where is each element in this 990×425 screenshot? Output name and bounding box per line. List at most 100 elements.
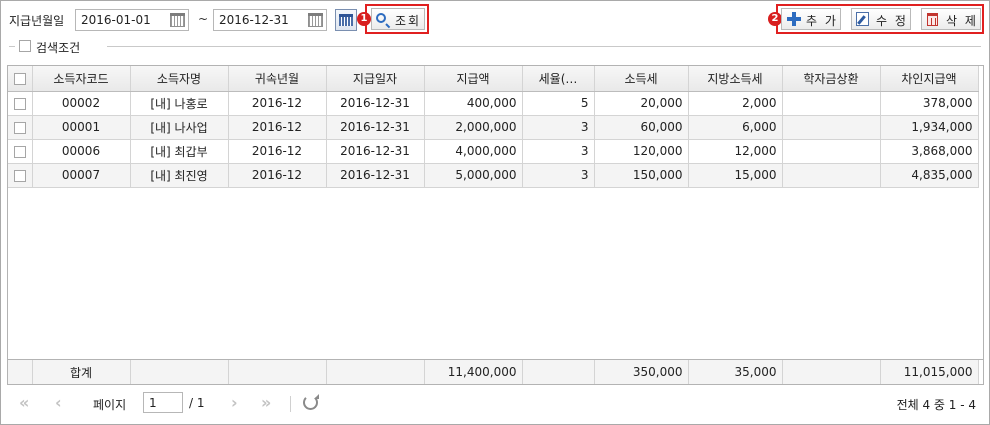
table-cell[interactable]: 2016-12-31 <box>326 91 425 116</box>
row-select-cell[interactable] <box>8 91 33 116</box>
step-badge-2: 2 <box>768 12 782 26</box>
summary-cell <box>782 360 881 384</box>
calendar-grid-icon <box>339 14 353 26</box>
table-cell[interactable]: 4,000,000 <box>424 139 523 164</box>
trash-icon <box>927 13 938 26</box>
table-cell[interactable]: 2016-12-31 <box>326 115 425 140</box>
column-header[interactable]: 소득자코드 <box>32 66 131 92</box>
table-cell[interactable]: 2016-12 <box>228 115 327 140</box>
table-cell[interactable]: 1,934,000 <box>880 115 979 140</box>
table-cell[interactable] <box>782 91 881 116</box>
summary-blank-cell <box>8 360 33 384</box>
row-select-cell[interactable] <box>8 163 33 188</box>
table-cell[interactable]: [내] 나홍로 <box>130 91 229 116</box>
column-header[interactable]: 세율(… <box>522 66 595 92</box>
table-cell[interactable]: [내] 최진영 <box>130 163 229 188</box>
search-condition-checkbox[interactable] <box>19 40 31 52</box>
table-cell[interactable]: 400,000 <box>424 91 523 116</box>
column-header[interactable]: 소득자명 <box>130 66 229 92</box>
table-cell[interactable] <box>782 163 881 188</box>
refresh-icon[interactable] <box>303 394 319 410</box>
column-header[interactable]: 지방소득세 <box>688 66 783 92</box>
edit-button[interactable]: 수 정 <box>851 8 911 30</box>
table-cell[interactable]: 00007 <box>32 163 131 188</box>
table-cell[interactable]: 3 <box>522 139 595 164</box>
column-header[interactable]: 지급일자 <box>326 66 425 92</box>
table-cell[interactable]: 2016-12-31 <box>326 139 425 164</box>
edit-button-label: 수 정 <box>876 14 908 28</box>
delete-button[interactable]: 삭 제 <box>921 8 981 30</box>
delete-button-label: 삭 제 <box>946 14 978 28</box>
step-badge-1: 1 <box>357 12 371 26</box>
table-cell[interactable]: 12,000 <box>688 139 783 164</box>
first-page-button[interactable]: « <box>19 393 29 412</box>
select-all-header[interactable] <box>8 66 33 92</box>
prev-page-button[interactable]: ‹ <box>55 393 62 412</box>
row-checkbox[interactable] <box>13 121 26 134</box>
last-page-button[interactable]: » <box>261 393 271 412</box>
calendar-icon[interactable] <box>170 13 185 27</box>
table-cell[interactable]: 5 <box>522 91 595 116</box>
column-header[interactable]: 지급액 <box>424 66 523 92</box>
row-checkbox[interactable] <box>13 97 26 110</box>
from-date-value: 2016-01-01 <box>81 13 151 27</box>
table-cell[interactable]: 2016-12 <box>228 91 327 116</box>
table-cell[interactable]: 150,000 <box>594 163 689 188</box>
row-checkbox[interactable] <box>13 169 26 182</box>
add-button[interactable]: 추 가 <box>781 8 841 30</box>
table-cell[interactable] <box>782 139 881 164</box>
table-cell[interactable]: 2016-12 <box>228 139 327 164</box>
table-cell[interactable]: 3 <box>522 163 595 188</box>
table-cell[interactable]: [내] 최갑부 <box>130 139 229 164</box>
column-header[interactable]: 학자금상환 <box>782 66 881 92</box>
page-number-input[interactable]: 1 <box>143 392 183 413</box>
table-cell[interactable]: 60,000 <box>594 115 689 140</box>
table-cell[interactable]: 6,000 <box>688 115 783 140</box>
table-row[interactable]: 00006 [내] 최갑부 2016-12 2016-12-31 4,000,0… <box>8 139 979 164</box>
row-select-cell[interactable] <box>8 139 33 164</box>
table-cell[interactable]: 2,000 <box>688 91 783 116</box>
row-select-cell[interactable] <box>8 115 33 140</box>
table-cell[interactable]: 20,000 <box>594 91 689 116</box>
table-cell[interactable]: 2,000,000 <box>424 115 523 140</box>
page-total: / 1 <box>189 396 205 410</box>
search-button[interactable]: 조회 <box>371 8 425 30</box>
summary-cell <box>522 360 595 384</box>
page-label: 페이지 <box>93 398 127 412</box>
column-header[interactable]: 귀속년월 <box>228 66 327 92</box>
table-cell[interactable] <box>782 115 881 140</box>
table-cell[interactable]: 3,868,000 <box>880 139 979 164</box>
select-all-checkbox[interactable] <box>13 72 26 85</box>
row-checkbox[interactable] <box>13 145 26 158</box>
table-cell[interactable]: 120,000 <box>594 139 689 164</box>
table-cell[interactable]: 378,000 <box>880 91 979 116</box>
table-row[interactable]: 00002 [내] 나홍로 2016-12 2016-12-31 400,000… <box>8 91 979 116</box>
table-cell[interactable]: 00006 <box>32 139 131 164</box>
table-cell[interactable]: 00002 <box>32 91 131 116</box>
search-condition-fieldset: 검색조건 <box>9 39 981 55</box>
to-date-input[interactable]: 2016-12-31 <box>213 9 327 31</box>
table-cell[interactable]: 3 <box>522 115 595 140</box>
calendar-icon[interactable] <box>308 13 323 27</box>
calendar-range-button[interactable] <box>335 9 357 31</box>
column-header[interactable]: 차인지급액 <box>880 66 979 92</box>
table-cell[interactable]: 2016-12-31 <box>326 163 425 188</box>
table-cell[interactable]: 15,000 <box>688 163 783 188</box>
table-cell[interactable]: 5,000,000 <box>424 163 523 188</box>
table-row[interactable]: 00001 [내] 나사업 2016-12 2016-12-31 2,000,0… <box>8 115 979 140</box>
column-header[interactable]: 소득세 <box>594 66 689 92</box>
summary-cell <box>326 360 425 384</box>
next-page-button[interactable]: › <box>231 393 238 412</box>
edit-icon <box>856 12 869 26</box>
date-range-label: 지급년월일 <box>9 14 65 28</box>
table-cell[interactable]: 2016-12 <box>228 163 327 188</box>
table-row[interactable]: 00007 [내] 최진영 2016-12 2016-12-31 5,000,0… <box>8 163 979 188</box>
grid-header-row: 소득자코드 소득자명 귀속년월 지급일자 지급액 세율(… 소득세 지방소득세 … <box>8 66 979 92</box>
table-cell[interactable]: 4,835,000 <box>880 163 979 188</box>
table-cell[interactable]: [내] 나사업 <box>130 115 229 140</box>
table-cell[interactable]: 00001 <box>32 115 131 140</box>
summary-cell: 350,000 <box>594 360 689 384</box>
fieldset-line <box>9 46 981 47</box>
search-condition-legend: 검색조건 <box>15 39 107 55</box>
from-date-input[interactable]: 2016-01-01 <box>75 9 189 31</box>
